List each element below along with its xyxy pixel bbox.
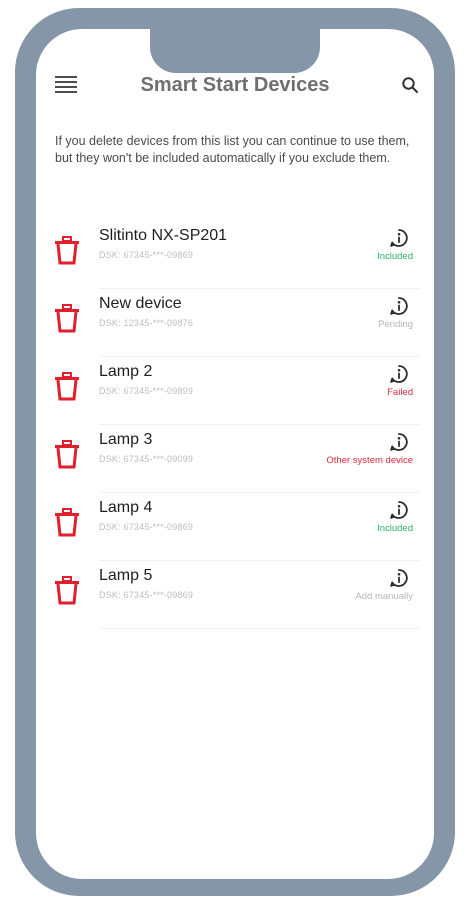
info-icon[interactable] <box>389 296 409 316</box>
device-row[interactable]: New device DSK: 12345-***-09876 Pending <box>36 289 434 357</box>
device-name: Lamp 2 <box>99 363 153 380</box>
device-dsk: DSK: 67345-***-09869 <box>99 522 194 532</box>
trash-icon[interactable] <box>54 235 80 265</box>
info-icon[interactable] <box>389 228 409 248</box>
device-row[interactable]: Lamp 4 DSK: 67345-***-09869 Included <box>36 493 434 561</box>
device-status: Failed <box>387 387 413 398</box>
device-dsk: DSK: 67345-***-09869 <box>99 590 194 600</box>
phone-frame: Smart Start Devices If you delete device… <box>15 8 455 896</box>
device-row[interactable]: Lamp 2 DSK: 67345-***-09899 Failed <box>36 357 434 425</box>
info-icon[interactable] <box>389 364 409 384</box>
device-dsk: DSK: 12345-***-09876 <box>99 318 194 328</box>
info-icon[interactable] <box>389 568 409 588</box>
device-name: Lamp 3 <box>99 431 153 448</box>
device-status: Other system device <box>326 455 413 466</box>
speaker <box>330 41 370 48</box>
notch <box>150 29 370 73</box>
device-status: Add manually <box>355 591 413 602</box>
row-divider <box>99 628 420 629</box>
device-row[interactable]: Lamp 3 DSK: 67345-***-09099 Other system d… <box>36 425 434 493</box>
trash-icon[interactable] <box>54 439 80 469</box>
trash-icon[interactable] <box>54 303 80 333</box>
device-name: New device <box>99 295 182 312</box>
search-icon[interactable] <box>401 76 419 94</box>
device-status: Included <box>377 523 413 534</box>
screen: Smart Start Devices If you delete device… <box>36 29 434 879</box>
device-status: Included <box>377 251 413 262</box>
page-title: Smart Start Devices <box>140 74 330 96</box>
device-name: Lamp 5 <box>99 567 153 584</box>
device-name: Lamp 4 <box>99 499 153 516</box>
device-status: Pending <box>378 319 413 330</box>
device-dsk: DSK: 67345-***-09099 <box>99 454 194 464</box>
trash-icon[interactable] <box>54 507 80 537</box>
trash-icon[interactable] <box>54 371 80 401</box>
device-name: Slitinto NX-SP201 <box>99 227 228 244</box>
trash-icon[interactable] <box>54 575 80 605</box>
device-row[interactable]: Slitinto NX-SP201 DSK: 67345-***-09869 Inc… <box>36 221 434 289</box>
info-icon[interactable] <box>389 500 409 520</box>
device-row[interactable]: Lamp 5 DSK: 67345-***-09869 Add manually <box>36 561 434 629</box>
intro-text: If you delete devices from this list you… <box>55 134 410 165</box>
device-dsk: DSK: 67345-***-09869 <box>99 250 194 260</box>
device-dsk: DSK: 67345-***-09899 <box>99 386 194 396</box>
info-icon[interactable] <box>389 432 409 452</box>
